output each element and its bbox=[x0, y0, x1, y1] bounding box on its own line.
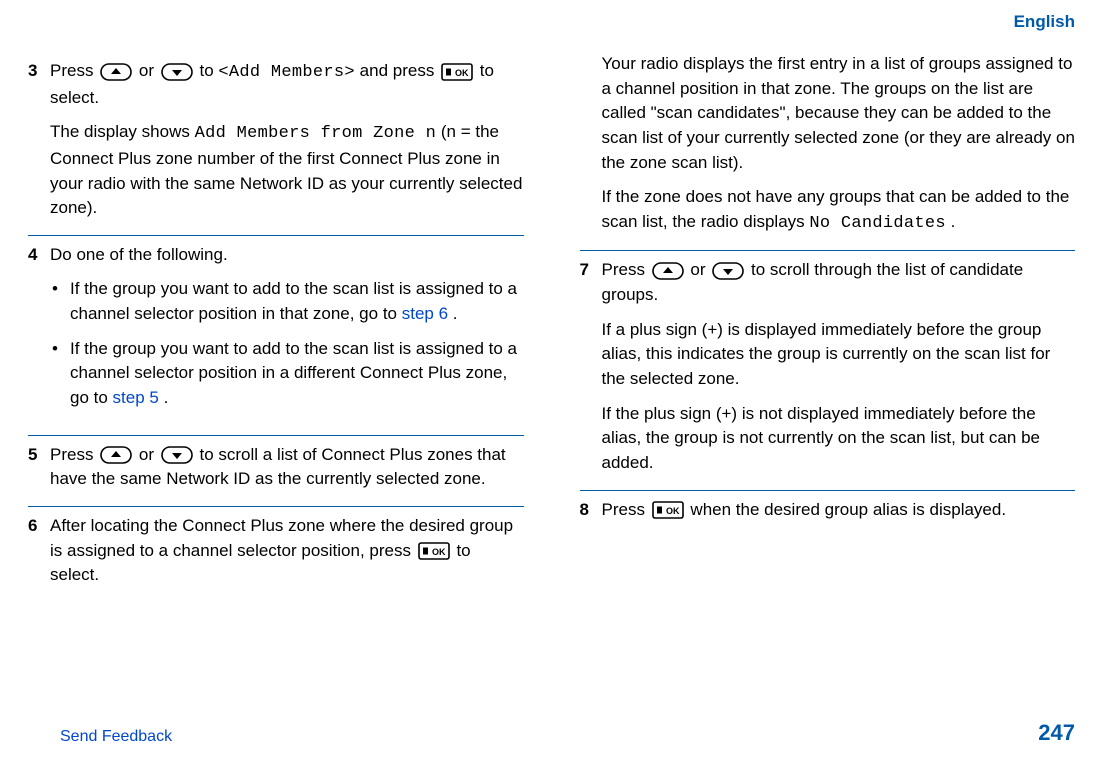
text: or bbox=[139, 61, 159, 80]
text: . bbox=[164, 388, 169, 407]
down-arrow-icon bbox=[712, 262, 744, 280]
text: If the group you want to add to the scan… bbox=[70, 279, 517, 323]
text: Press bbox=[50, 61, 98, 80]
right-column: Your radio displays the first entry in a… bbox=[580, 52, 1076, 602]
step-text: Do one of the following. bbox=[50, 243, 524, 268]
ok-button-icon bbox=[441, 63, 473, 81]
step-text: If a plus sign (+) is displayed immediat… bbox=[602, 318, 1076, 392]
text: Press bbox=[50, 445, 98, 464]
step-text: Your radio displays the first entry in a… bbox=[602, 52, 1076, 175]
step-text: After locating the Connect Plus zone whe… bbox=[50, 514, 524, 588]
step-8: 8 Press when the desired group alias is … bbox=[580, 491, 1076, 537]
step-link[interactable]: step 5 bbox=[113, 388, 159, 407]
bullet-list: If the group you want to add to the scan… bbox=[50, 277, 524, 410]
step-number: 7 bbox=[580, 258, 602, 283]
step-body: Press or to scroll through the list of c… bbox=[602, 258, 1076, 475]
text: . bbox=[951, 212, 956, 231]
step-4: 4 Do one of the following. If the group … bbox=[28, 236, 524, 436]
text: . bbox=[453, 304, 458, 323]
step-body: Press or to scroll a list of Connect Plu… bbox=[50, 443, 524, 492]
step-number: 6 bbox=[28, 514, 50, 539]
mono-text: <Add Members> bbox=[218, 63, 355, 82]
step-number: 5 bbox=[28, 443, 50, 468]
step-body: Press when the desired group alias is di… bbox=[602, 498, 1076, 523]
text: and press bbox=[360, 61, 439, 80]
mono-text: No Candidates bbox=[809, 214, 946, 233]
text: The display shows bbox=[50, 122, 195, 141]
page-footer: Send Feedback 247 bbox=[60, 720, 1075, 746]
text: Press bbox=[602, 260, 650, 279]
step-number: 8 bbox=[580, 498, 602, 523]
step-number: 3 bbox=[28, 59, 50, 84]
step-6: 6 After locating the Connect Plus zone w… bbox=[28, 507, 524, 602]
content-columns: 3 Press or to <Add Members> and press to… bbox=[28, 52, 1075, 602]
step-text: If the zone does not have any groups tha… bbox=[602, 185, 1076, 236]
step-text: Press or to scroll a list of Connect Plu… bbox=[50, 443, 524, 492]
step-body: Press or to <Add Members> and press to s… bbox=[50, 59, 524, 221]
text: Press bbox=[602, 500, 650, 519]
step-text: Press or to scroll through the list of c… bbox=[602, 258, 1076, 307]
up-arrow-icon bbox=[652, 262, 684, 280]
left-column: 3 Press or to <Add Members> and press to… bbox=[28, 52, 524, 602]
step-3: 3 Press or to <Add Members> and press to… bbox=[28, 52, 524, 236]
step-link[interactable]: step 6 bbox=[402, 304, 448, 323]
down-arrow-icon bbox=[161, 63, 193, 81]
language-header: English bbox=[28, 12, 1075, 52]
step-body: Do one of the following. If the group yo… bbox=[50, 243, 524, 421]
step-text: If the plus sign (+) is not displayed im… bbox=[602, 402, 1076, 476]
step-text: The display shows Add Members from Zone … bbox=[50, 120, 524, 221]
up-arrow-icon bbox=[100, 63, 132, 81]
text: when the desired group alias is displaye… bbox=[690, 500, 1006, 519]
text: to bbox=[200, 61, 219, 80]
step-5: 5 Press or to scroll a list of Connect P… bbox=[28, 436, 524, 507]
step-text: Press when the desired group alias is di… bbox=[602, 498, 1076, 523]
list-item: If the group you want to add to the scan… bbox=[52, 277, 524, 326]
ok-button-icon bbox=[418, 542, 450, 560]
page-number: 247 bbox=[1038, 720, 1075, 746]
document-page: English 3 Press or to <Add Members> and … bbox=[0, 0, 1107, 762]
text: or bbox=[139, 445, 159, 464]
step-7: 7 Press or to scroll through the list of… bbox=[580, 251, 1076, 490]
mono-text: Add Members from Zone n bbox=[195, 124, 437, 143]
text: or bbox=[690, 260, 710, 279]
step-text: Press or to <Add Members> and press to s… bbox=[50, 59, 524, 110]
step-number: 4 bbox=[28, 243, 50, 268]
down-arrow-icon bbox=[161, 446, 193, 464]
list-item: If the group you want to add to the scan… bbox=[52, 337, 524, 411]
up-arrow-icon bbox=[100, 446, 132, 464]
ok-button-icon bbox=[652, 501, 684, 519]
send-feedback-link[interactable]: Send Feedback bbox=[60, 728, 172, 746]
step-body: After locating the Connect Plus zone whe… bbox=[50, 514, 524, 588]
step-6-continuation: Your radio displays the first entry in a… bbox=[580, 52, 1076, 251]
